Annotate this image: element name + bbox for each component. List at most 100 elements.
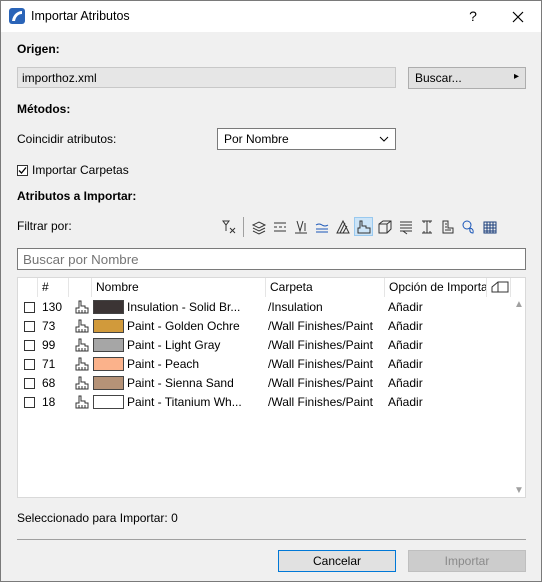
- header-folder[interactable]: Carpeta: [266, 278, 385, 297]
- attributes-list: # Nombre Carpeta Opción de Importa 130 In…: [17, 277, 526, 498]
- row-folder: /Wall Finishes/Paint: [268, 376, 373, 390]
- mep-icon[interactable]: [438, 217, 457, 236]
- attributes-heading: Atributos a Importar:: [17, 189, 137, 203]
- row-import-option[interactable]: Añadir: [388, 298, 486, 317]
- scroll-up-icon[interactable]: ▲: [512, 299, 526, 310]
- filter-clear-icon[interactable]: [219, 217, 238, 236]
- chevron-down-icon: [379, 136, 389, 142]
- row-folder: /Insulation: [268, 300, 323, 314]
- header-override-column[interactable]: [487, 278, 511, 297]
- row-import-option[interactable]: Añadir: [388, 374, 486, 393]
- color-swatch: [93, 357, 124, 371]
- row-checkbox[interactable]: [24, 397, 35, 408]
- table-row[interactable]: 71 Paint - Peach/Wall Finishes/Paint Añadi…: [18, 355, 510, 374]
- arrow-right-icon: ▸: [513, 71, 519, 82]
- row-import-option[interactable]: Añadir: [388, 317, 486, 336]
- table-row[interactable]: 99 Paint - Light Gray/Wall Finishes/Paint…: [18, 336, 510, 355]
- row-folder: /Wall Finishes/Paint: [268, 338, 373, 352]
- row-number: 18: [42, 395, 56, 409]
- zones-icon[interactable]: [417, 217, 436, 236]
- color-swatch: [93, 395, 124, 409]
- window-title: Importar Atributos: [31, 9, 130, 23]
- header-name[interactable]: Nombre: [92, 278, 266, 297]
- markup-icon[interactable]: [459, 217, 478, 236]
- selected-count-status: Seleccionado para Importar: 0: [17, 511, 178, 525]
- footer-divider: [17, 539, 526, 540]
- row-checkbox[interactable]: [24, 340, 35, 351]
- row-import-option[interactable]: Añadir: [388, 393, 486, 412]
- filter-toolbar: [219, 217, 499, 237]
- table-row[interactable]: 18 Paint - Titanium Wh... /Wall Finishes/P…: [18, 393, 510, 412]
- search-input[interactable]: [17, 248, 526, 270]
- header-checkbox-column: [18, 278, 38, 297]
- header-type-column: [69, 278, 92, 297]
- surface-icon: [74, 394, 90, 411]
- surface-icon: [74, 299, 90, 316]
- header-import-option[interactable]: Opción de Importa: [385, 278, 487, 297]
- row-folder: /Wall Finishes/Paint: [268, 319, 373, 333]
- table-row[interactable]: 68 Paint - Sienna Sand/Wall Finishes/Pain…: [18, 374, 510, 393]
- match-attributes-value: Por Nombre: [224, 132, 289, 146]
- surface-icon: [74, 375, 90, 392]
- row-number: 130: [42, 300, 63, 314]
- row-import-option[interactable]: Añadir: [388, 336, 486, 355]
- match-attributes-label: Coincidir atributos:: [17, 132, 117, 146]
- fill-types-icon[interactable]: [312, 217, 331, 236]
- row-checkbox[interactable]: [24, 378, 35, 389]
- title-bar: Importar Atributos ?: [1, 1, 541, 32]
- color-swatch: [93, 376, 124, 390]
- row-number: 99: [42, 338, 56, 352]
- cancel-button[interactable]: Cancelar: [278, 550, 396, 572]
- header-number[interactable]: #: [38, 278, 69, 297]
- surfaces-icon[interactable]: [354, 217, 373, 236]
- table-row[interactable]: 130 Insulation - Solid Br... /Insulation Añ…: [18, 298, 510, 317]
- row-number: 71: [42, 357, 56, 371]
- match-attributes-dropdown[interactable]: Por Nombre: [217, 128, 396, 150]
- methods-heading: Métodos:: [17, 102, 71, 116]
- close-button[interactable]: [498, 1, 538, 32]
- row-name: Paint - Peach: [127, 357, 200, 371]
- color-swatch: [93, 338, 124, 352]
- source-file-field: importhoz.xml: [17, 67, 396, 88]
- browse-label: Buscar...: [415, 71, 462, 85]
- table-row[interactable]: 73 Paint - Golden Ochre/Wall Finishes/Pai…: [18, 317, 510, 336]
- composites-icon[interactable]: [333, 217, 352, 236]
- row-name: Paint - Golden Ochre: [127, 319, 240, 333]
- row-name: Paint - Light Gray: [127, 338, 221, 352]
- row-checkbox[interactable]: [24, 302, 35, 313]
- import-attributes-dialog: Importar Atributos ? Origen: importhoz.x…: [0, 0, 542, 582]
- row-name: Paint - Sienna Sand: [127, 376, 234, 390]
- row-checkbox[interactable]: [24, 359, 35, 370]
- filter-label: Filtrar por:: [17, 219, 72, 233]
- row-number: 68: [42, 376, 56, 390]
- row-number: 73: [42, 319, 56, 333]
- color-swatch: [93, 319, 124, 333]
- browse-button[interactable]: Buscar... ▸: [408, 67, 526, 89]
- surface-icon: [74, 318, 90, 335]
- row-checkbox[interactable]: [24, 321, 35, 332]
- operation-profiles-icon[interactable]: [480, 217, 499, 236]
- origin-heading: Origen:: [17, 42, 60, 56]
- color-swatch: [93, 300, 124, 314]
- building-materials-icon[interactable]: [396, 217, 415, 236]
- pens-icon[interactable]: [291, 217, 310, 236]
- import-button[interactable]: Importar: [408, 550, 526, 572]
- house-icon: [491, 281, 509, 293]
- scroll-down-icon[interactable]: ▼: [512, 485, 526, 496]
- checkmark-icon: [18, 166, 27, 174]
- row-name: Insulation - Solid Br...: [127, 300, 241, 314]
- line-types-icon[interactable]: [270, 217, 289, 236]
- help-button[interactable]: ?: [453, 1, 493, 32]
- profiles-icon[interactable]: [375, 217, 394, 236]
- surface-icon: [74, 337, 90, 354]
- archicad-app-icon: [9, 8, 25, 24]
- row-folder: /Wall Finishes/Paint: [268, 395, 373, 409]
- layers-icon[interactable]: [249, 217, 268, 236]
- row-folder: /Wall Finishes/Paint: [268, 357, 373, 371]
- row-import-option[interactable]: Añadir: [388, 355, 486, 374]
- toolbar-divider: [243, 217, 244, 237]
- import-folders-option[interactable]: Importar Carpetas: [17, 163, 129, 177]
- import-folders-checkbox[interactable]: [17, 164, 28, 176]
- import-folders-label: Importar Carpetas: [32, 163, 129, 177]
- row-name: Paint - Titanium Wh...: [127, 395, 242, 409]
